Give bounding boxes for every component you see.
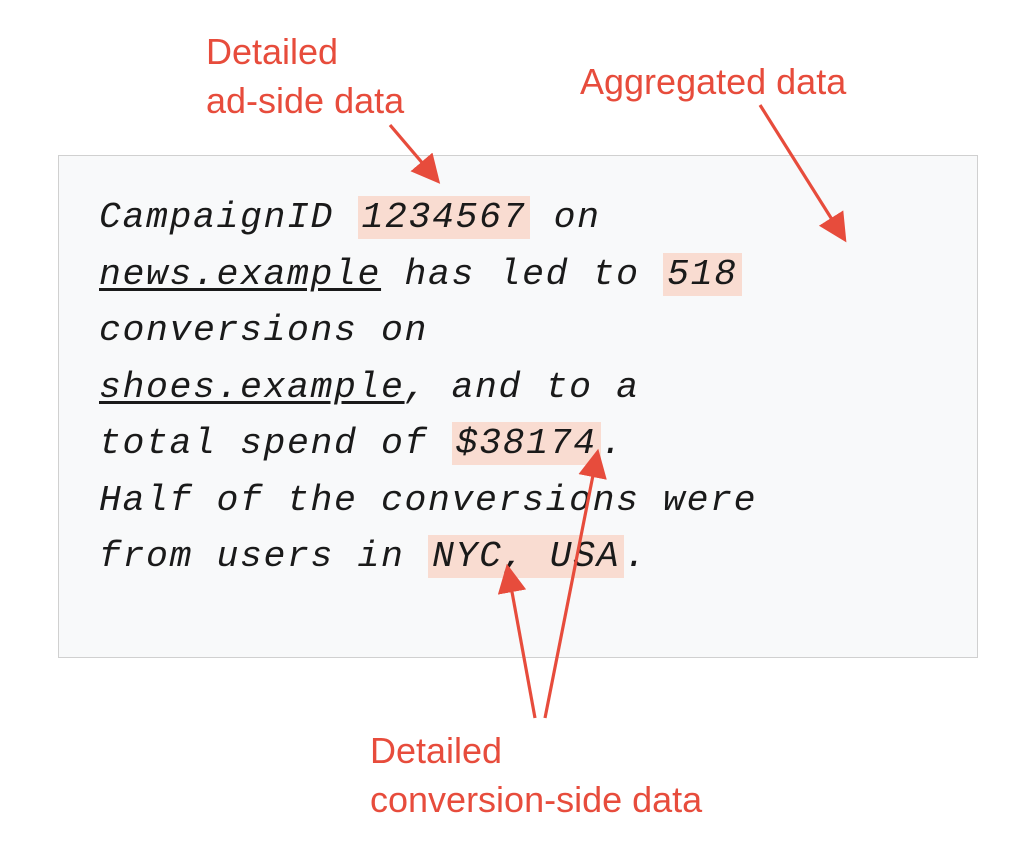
label-detailed-conversion-side: Detailedconversion-side data (370, 727, 702, 824)
label-detailed-ad-side: Detailedad-side data (206, 28, 404, 125)
label-line-1: Detailedad-side data (206, 31, 404, 121)
label-aggregated-data: Aggregated data (580, 58, 846, 107)
text-from-users: from users in (99, 536, 428, 577)
text-has-led: has led to (381, 254, 663, 295)
highlight-campaign-id: 1234567 (358, 196, 531, 239)
text-and-to: , and to a (405, 367, 640, 408)
highlight-conversions: 518 (663, 253, 742, 296)
label-text: Aggregated data (580, 61, 846, 102)
link-shoes-site: shoes.example (99, 367, 405, 408)
highlight-spend: $38174 (452, 422, 601, 465)
highlight-location: NYC, USA (428, 535, 624, 578)
label-text-bottom: Detailedconversion-side data (370, 730, 702, 820)
text-on: on (530, 197, 601, 238)
example-text: CampaignID 1234567 on news.example has l… (99, 190, 937, 586)
text-end: . (624, 536, 648, 577)
text-pre-campaign: CampaignID (99, 197, 358, 238)
text-half-conversions: Half of the conversions were (99, 480, 757, 521)
text-period: . (601, 423, 625, 464)
text-conversions-on: conversions on (99, 310, 428, 351)
example-box: CampaignID 1234567 on news.example has l… (58, 155, 978, 658)
link-news-site: news.example (99, 254, 381, 295)
text-total-spend: total spend of (99, 423, 452, 464)
